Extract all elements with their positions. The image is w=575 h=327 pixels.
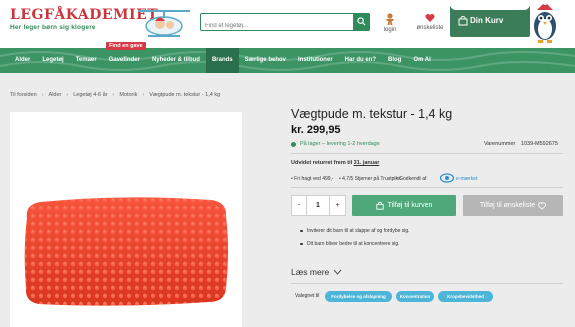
returns-info: Udvidet returret frem til 31. januar <box>291 160 379 166</box>
breadcrumb-item[interactable]: Alder <box>49 92 62 98</box>
nav-item-legetoej[interactable]: Legetøj <box>36 48 69 73</box>
penguin-mascot-icon <box>534 2 556 43</box>
product-highlights: Inviterer dit barn til at slappe af og f… <box>300 228 410 254</box>
read-more-toggle[interactable]: Læs mere <box>291 267 342 277</box>
logo-title: LEGFÅKADEMIET <box>10 7 159 23</box>
breadcrumb-item[interactable]: Til forsiden <box>10 92 37 98</box>
cart-button[interactable]: Din Kurv <box>450 3 530 37</box>
returns-prefix: Udvidet returret frem til <box>291 160 353 166</box>
sku: Varenummer 1039-M592675 <box>484 141 558 147</box>
snow-decoration <box>450 3 530 10</box>
product-image[interactable] <box>10 112 242 327</box>
heart-icon <box>425 14 435 22</box>
heart-outline-icon <box>538 201 547 210</box>
wishlist-label: ønskeliste <box>416 25 444 31</box>
nav-item-alder[interactable]: Alder <box>9 48 36 73</box>
breadcrumb-separator: › <box>41 92 44 98</box>
main-nav: Alder Legetøj Temaer Gavefinder Nyheder … <box>0 48 575 73</box>
login-label: login <box>383 27 397 33</box>
usp-trustpilot: • 4,7/5 Stjerner på Trustpilot <box>339 176 401 182</box>
breadcrumb: Til forsiden › Alder › Legetøj 4-6 år › … <box>10 92 220 98</box>
nav-item-temaer[interactable]: Temaer <box>70 48 103 73</box>
add-to-wishlist-label: Tilføj til ønskeliste <box>479 202 536 209</box>
product-title: Vægtpude m. tekstur - 1,4 kg <box>291 107 453 121</box>
nav-item-nyheder[interactable]: Nyheder & tilbud <box>146 48 206 73</box>
chevron-down-icon <box>333 269 342 275</box>
cart-icon <box>375 201 384 210</box>
returns-date: 31. januar <box>353 160 380 166</box>
breadcrumb-current: Vægtpude m. tekstur - 1,4 kg <box>149 92 221 98</box>
stock-text: På lager – levering 1-2 hverdage <box>300 141 380 147</box>
cart-label: Din Kurv <box>470 16 504 25</box>
logo-subtitle: Her leger børn sig klogere <box>10 24 96 31</box>
add-to-cart-label: Tilføj til kurven <box>387 202 433 209</box>
e-maerket-logo-icon: e-mærket <box>440 173 478 183</box>
breadcrumb-separator: › <box>66 92 69 98</box>
nav-item-brands[interactable]: Brands <box>205 48 239 73</box>
nav-item-gavefinder[interactable]: Gavefinder <box>103 48 146 73</box>
tag-koncentration[interactable]: Koncentration <box>396 291 434 302</box>
divider <box>291 153 563 154</box>
nav-item-institutioner[interactable]: Institutioner <box>292 48 339 73</box>
helicopter-mascot-icon <box>138 10 190 37</box>
breadcrumb-separator: › <box>112 92 115 98</box>
read-more-label: Læs mere <box>291 267 330 277</box>
suitable-for-label: Valegnet til <box>295 293 320 299</box>
quantity-increase-button[interactable]: + <box>329 195 346 216</box>
search-button[interactable] <box>353 12 370 31</box>
login-link[interactable]: login <box>370 13 410 33</box>
usp-shipping: • Fri fragt ved 499,- <box>291 176 334 182</box>
tag-fordybelse[interactable]: Fordybelse og afslapning <box>325 291 392 302</box>
quantity-field[interactable]: 1 <box>306 195 330 216</box>
sku-label: Varenummer <box>484 141 516 147</box>
wishlist-link[interactable]: ønskeliste <box>410 13 450 31</box>
divider <box>291 187 563 188</box>
breadcrumb-item[interactable]: Legetøj 4-6 år <box>73 92 107 98</box>
breadcrumb-item[interactable]: Motorik <box>119 92 137 98</box>
weighted-pillow-image <box>24 197 228 306</box>
quantity-decrease-button[interactable]: - <box>291 195 307 216</box>
nav-item-saerlige-behov[interactable]: Særlige behov <box>239 48 292 73</box>
stock-status: På lager – levering 1-2 hverdage <box>291 141 380 147</box>
add-to-wishlist-button[interactable]: Tilføj til ønskeliste <box>463 195 563 216</box>
sku-value: 1039-M592675 <box>520 141 558 147</box>
gift-finder-tag[interactable]: Find en gave <box>106 42 146 50</box>
nav-item-har-du-en[interactable]: Har du en? <box>339 48 382 73</box>
search-box[interactable] <box>200 12 370 34</box>
in-stock-dot-icon <box>291 141 296 147</box>
nav-item-blog[interactable]: Blog <box>382 48 407 73</box>
product-price: kr. 299,95 <box>291 124 341 136</box>
search-icon <box>357 17 366 26</box>
breadcrumb-separator: › <box>142 92 145 98</box>
logo[interactable]: LEGFÅKADEMIET Her leger børn sig klogere <box>10 7 159 31</box>
cart-icon <box>458 16 468 26</box>
tag-kropsbevidsthed[interactable]: Kropsbevidsthed <box>438 291 493 302</box>
approval-brand: e-mærket <box>456 176 478 182</box>
add-to-cart-button[interactable]: Tilføj til kurven <box>352 195 456 216</box>
gingerbread-user-icon <box>386 13 394 25</box>
site-header: LEGFÅKADEMIET Her leger børn sig klogere… <box>0 0 575 48</box>
usp-approved: • Godkendt af <box>396 176 427 182</box>
highlight-item: Inviterer dit barn til at slappe af og f… <box>300 228 410 234</box>
nav-item-om-al[interactable]: Om Al <box>407 48 436 73</box>
search-input[interactable] <box>201 18 351 34</box>
highlight-item: Dit barn bliver bedre til at koncentrere… <box>300 241 410 247</box>
divider <box>291 283 563 284</box>
nav-items: Alder Legetøj Temaer Gavefinder Nyheder … <box>9 48 437 73</box>
